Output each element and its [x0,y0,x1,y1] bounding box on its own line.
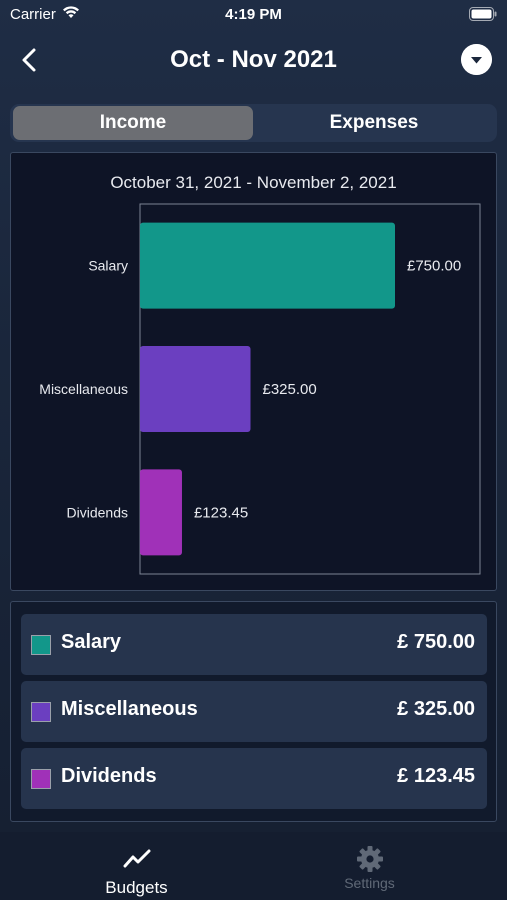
category-label: Salary [88,258,128,274]
tab-expenses[interactable]: Expenses [254,106,494,140]
list-item-label: Miscellaneous [61,698,198,720]
list-item-value: £ 123.45 [397,765,475,787]
bar-salary[interactable] [140,222,395,309]
category-list: Salary £ 750.00 Miscellaneous £ 325.00 D… [10,601,497,822]
list-item-miscellaneous[interactable]: Miscellaneous £ 325.00 [21,681,487,742]
list-item-label: Dividends [61,765,157,787]
list-item-value: £ 750.00 [397,631,475,653]
status-bar: Carrier 4:19 PM [0,0,507,30]
tab-settings-label: Settings [344,875,395,891]
line-chart-icon [123,849,150,868]
gear-icon [356,846,383,872]
color-swatch [31,769,51,789]
value-label: £325.00 [263,381,317,398]
bar-dividends[interactable] [140,469,182,556]
tab-budgets-label: Budgets [105,878,168,897]
category-label: Miscellaneous [39,381,128,397]
bar-chart: Salary £750.00 Miscellaneous £325.00 Dividen… [39,203,481,575]
status-time: 4:19 PM [225,6,282,23]
list-item-salary[interactable]: Salary £ 750.00 [21,614,487,675]
battery-icon [469,7,497,21]
bar-miscellaneous[interactable] [140,346,251,432]
income-expenses-toggle: Income Expenses [10,104,497,142]
dropdown-menu-button[interactable] [461,44,492,75]
color-swatch [31,702,51,722]
chart-card: October 31, 2021 - November 2, 2021 Sala… [10,152,497,591]
tab-settings[interactable]: Settings [243,832,496,900]
page-title: Oct - Nov 2021 [170,46,337,73]
tab-budgets[interactable]: Budgets [10,832,263,900]
tab-income[interactable]: Income [13,106,253,140]
value-label: £750.00 [407,258,461,275]
category-label: Dividends [67,504,128,520]
tab-bar: Budgets Settings [0,832,507,900]
list-item-dividends[interactable]: Dividends £ 123.45 [21,748,487,809]
list-item-label: Salary [61,631,122,653]
navigation-bar: Oct - Nov 2021 [0,40,507,80]
color-swatch [31,635,51,655]
list-item-value: £ 325.00 [397,698,475,720]
value-label: £123.45 [194,504,248,521]
